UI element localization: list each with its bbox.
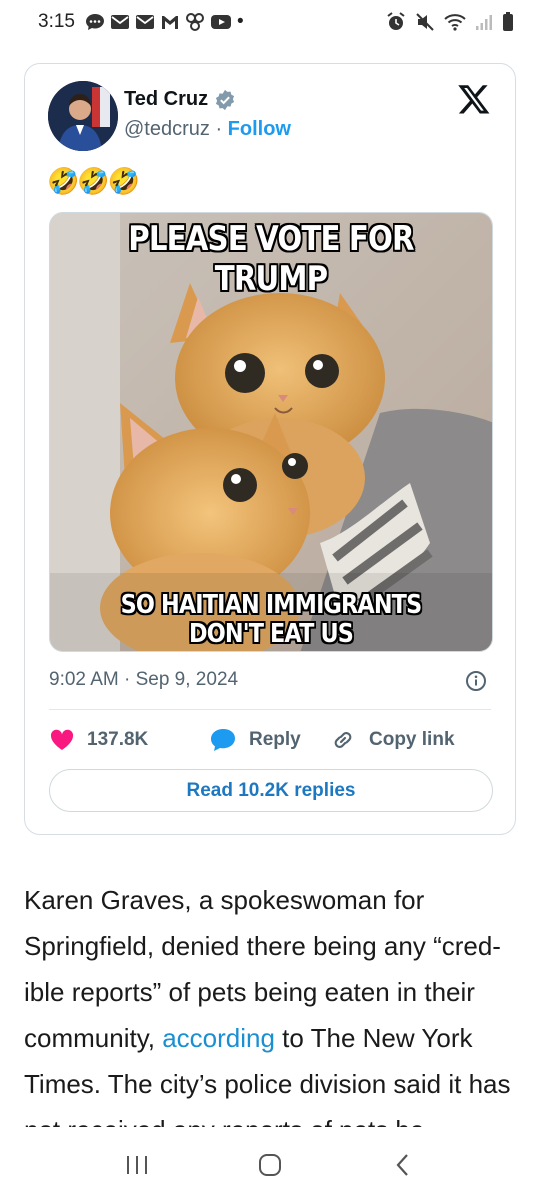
verified-badge-icon bbox=[214, 89, 236, 111]
status-time: 3:15 bbox=[38, 11, 75, 32]
copy-link-button[interactable]: Copy link bbox=[329, 726, 455, 754]
tweet-media-image[interactable]: PLEASE VOTE FOR TRUMP SO HAITIAN IMMIGRA… bbox=[49, 212, 493, 652]
author-handle[interactable]: @tedcruz bbox=[124, 118, 210, 140]
reply-label: Reply bbox=[249, 729, 301, 750]
like-count: 137.8K bbox=[87, 729, 149, 750]
handle-row: @tedcruz · Follow bbox=[124, 118, 291, 141]
like-button[interactable]: 137.8K bbox=[49, 728, 209, 752]
home-icon[interactable] bbox=[250, 1145, 290, 1185]
system-icons bbox=[386, 12, 514, 32]
alarm-icon bbox=[386, 12, 406, 32]
avatar[interactable] bbox=[48, 81, 118, 151]
chat-icon bbox=[85, 13, 105, 31]
mute-icon bbox=[415, 12, 435, 32]
pinwheel-icon bbox=[185, 12, 205, 32]
meme-top-caption: PLEASE VOTE FOR TRUMP bbox=[128, 219, 414, 299]
follow-link[interactable]: Follow bbox=[228, 118, 291, 140]
reply-bubble-icon bbox=[211, 729, 235, 751]
heart-icon bbox=[50, 729, 74, 750]
battery-icon bbox=[502, 12, 514, 32]
info-icon[interactable] bbox=[465, 670, 487, 692]
signal-icon bbox=[475, 13, 493, 31]
article-paragraph: Karen Graves, a spokeswoman for Springfi… bbox=[24, 877, 516, 1127]
system-nav-bar bbox=[0, 1130, 540, 1200]
meme-bottom-caption: SO HAITIAN IMMIGRANTS DON'T EAT US bbox=[120, 590, 422, 649]
dot-icon: • bbox=[236, 11, 244, 32]
youtube-icon bbox=[210, 14, 232, 30]
status-bar: 3:15 • bbox=[0, 0, 540, 44]
tweet-timestamp[interactable]: 9:02 AM · Sep 9, 2024 bbox=[49, 669, 238, 691]
mail-icon bbox=[135, 14, 155, 30]
tweet-actions: 137.8K Reply Copy link bbox=[49, 724, 455, 756]
reply-button[interactable]: Reply bbox=[209, 727, 329, 753]
gmail-icon bbox=[160, 14, 180, 30]
copy-link-label: Copy link bbox=[369, 729, 455, 750]
mail-icon bbox=[110, 14, 130, 30]
divider bbox=[49, 709, 491, 710]
tweet-text: 🤣🤣🤣 bbox=[47, 166, 140, 196]
link-icon bbox=[334, 732, 352, 748]
read-replies-button[interactable]: Read 10.2K replies bbox=[49, 769, 493, 812]
recents-icon[interactable] bbox=[117, 1145, 157, 1185]
embedded-tweet-card[interactable]: Ted Cruz @tedcruz · Follow 🤣🤣🤣 PLEASE VO… bbox=[24, 63, 516, 835]
author-name-text[interactable]: Ted Cruz bbox=[124, 88, 208, 111]
x-logo-icon[interactable] bbox=[457, 82, 491, 116]
notification-icons: • bbox=[85, 11, 244, 33]
article-inline-link[interactable]: according bbox=[162, 1023, 275, 1053]
wifi-icon bbox=[444, 13, 466, 31]
author-name[interactable]: Ted Cruz bbox=[124, 88, 236, 111]
back-icon[interactable] bbox=[383, 1145, 423, 1185]
separator: · bbox=[209, 118, 228, 140]
